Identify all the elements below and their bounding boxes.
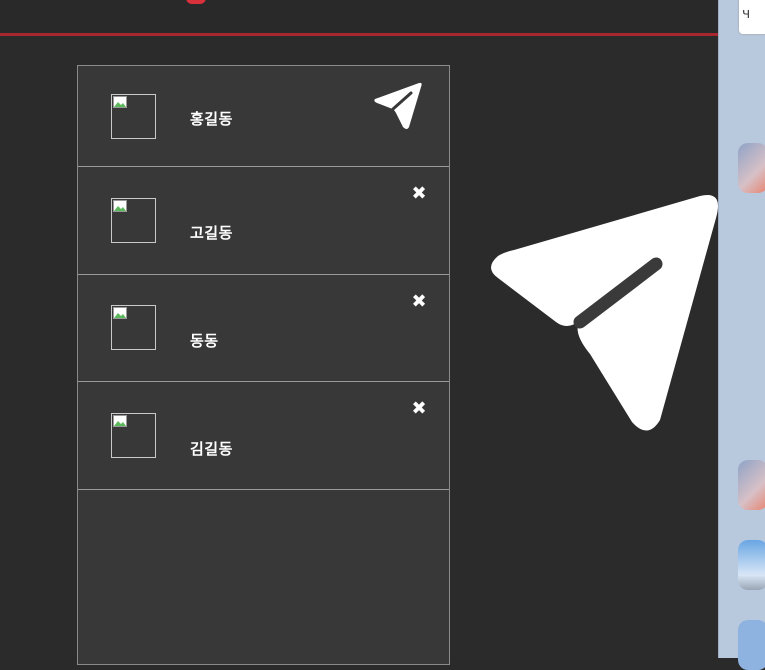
list-item[interactable]: ✖ 고길동	[78, 167, 449, 275]
close-icon[interactable]: ✖	[410, 400, 428, 418]
close-icon[interactable]: ✖	[410, 293, 428, 311]
broken-image-icon	[113, 200, 127, 212]
thumbnail[interactable]	[738, 620, 765, 670]
brand-logo-fragment	[186, 0, 206, 4]
avatar	[111, 94, 156, 139]
send-icon[interactable]	[371, 77, 425, 131]
avatar	[111, 198, 156, 243]
side-card[interactable]: ч	[739, 0, 765, 34]
thumbnail[interactable]	[738, 143, 765, 193]
top-bar	[0, 0, 718, 34]
contact-name: 고길동	[190, 224, 233, 242]
avatar	[111, 305, 156, 350]
side-strip: ч	[718, 0, 765, 670]
thumbnail[interactable]	[738, 540, 765, 590]
list-item[interactable]: ✖ 동동	[78, 275, 449, 382]
chat-list-panel: 홍길동 ✖ 고길동 ✖ 동동 ✖ 김길동	[77, 65, 450, 665]
send-icon	[491, 194, 718, 431]
close-icon[interactable]: ✖	[410, 185, 428, 203]
contact-name: 홍길동	[190, 110, 233, 128]
contact-name: 김길동	[190, 440, 233, 458]
thumbnail[interactable]	[738, 460, 765, 510]
broken-image-icon	[113, 307, 127, 319]
avatar	[111, 413, 156, 458]
side-card-glyph: ч	[742, 6, 751, 22]
list-item[interactable]: ✖ 김길동	[78, 382, 449, 490]
broken-image-icon	[113, 415, 127, 427]
broken-image-icon	[113, 96, 127, 108]
contact-name: 동동	[190, 332, 219, 350]
